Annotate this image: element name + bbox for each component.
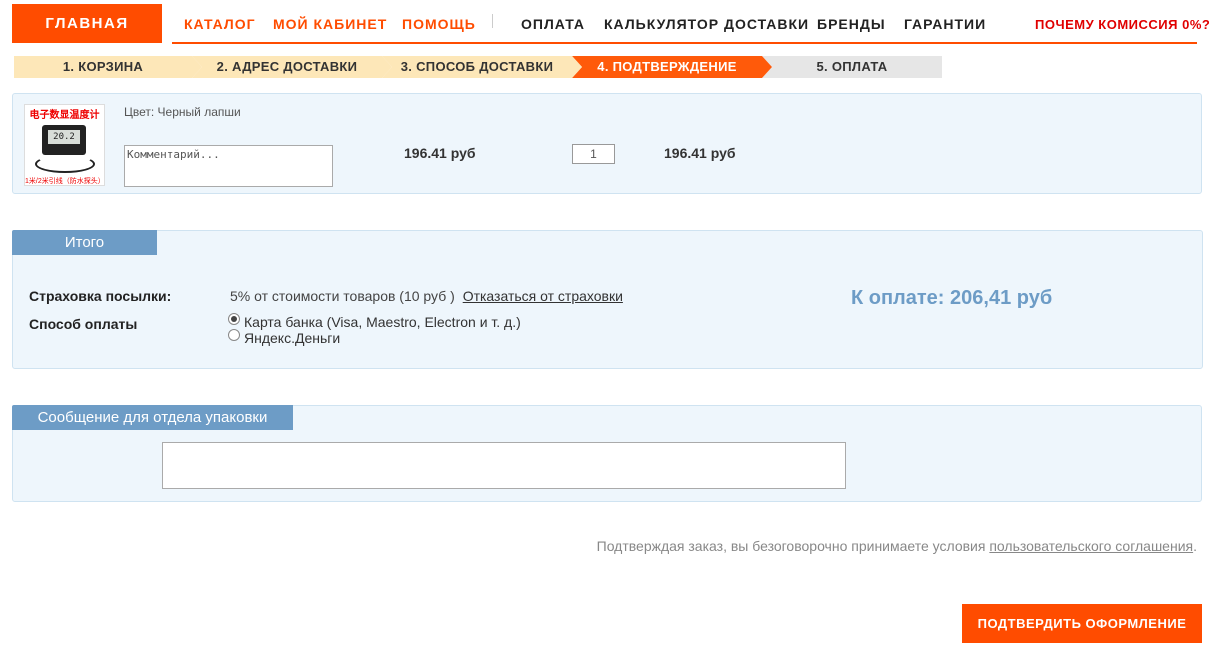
item-color: Цвет: Черный лапши — [124, 105, 241, 119]
thermometer-screen: 20.2 — [48, 130, 80, 144]
nav-brands-link[interactable]: БРЕНДЫ — [817, 16, 886, 32]
summary-panel: Итого Страховка посылки: 5% от стоимости… — [12, 230, 1203, 369]
insurance-cancel-link[interactable]: Отказаться от страховки — [463, 288, 623, 304]
step-arrow — [762, 56, 772, 78]
nav-underline — [172, 42, 1197, 44]
nav-commission-link[interactable]: ПОЧЕМУ КОМИССИЯ 0%? — [1035, 17, 1209, 32]
item-price: 196.41 руб — [404, 145, 476, 161]
confirm-order-button[interactable]: ПОДТВЕРДИТЬ ОФОРМЛЕНИЕ — [962, 604, 1202, 643]
payment-yandex-label[interactable]: Яндекс.Деньги — [244, 330, 340, 346]
nav-payment-link[interactable]: ОПЛАТА — [521, 16, 585, 32]
cart-item-panel: 电子数显温度计 20.2 1米/2米引线（防水探头） Цвет: Черный … — [12, 93, 1202, 194]
insurance-value: 5% от стоимости товаров (10 руб ) Отказа… — [230, 288, 623, 304]
nav-help-link[interactable]: ПОМОЩЬ — [402, 16, 476, 32]
product-image[interactable]: 电子数显温度计 20.2 1米/2米引线（防水探头） — [24, 104, 105, 186]
packing-message-input[interactable] — [162, 442, 846, 489]
probe-cable — [35, 155, 95, 173]
step-confirmation: 4. ПОДТВЕРЖДЕНИЕ — [572, 56, 772, 78]
step-label: 1. КОРЗИНА — [62, 59, 144, 74]
step-label: 4. ПОДТВЕРЖДЕНИЕ — [597, 59, 737, 74]
step-cart[interactable]: 1. КОРЗИНА — [14, 56, 202, 78]
insurance-text: 5% от стоимости товаров (10 руб ) — [230, 288, 455, 304]
product-image-caption: 电子数显温度计 — [29, 110, 100, 121]
step-arrow — [192, 56, 202, 78]
payment-yandex-radio[interactable] — [228, 329, 240, 341]
summary-tab: Итого — [12, 230, 157, 255]
packing-message-panel: Сообщение для отдела упаковки — [12, 405, 1202, 502]
packing-tab: Сообщение для отдела упаковки — [12, 405, 293, 430]
nav-catalog-link[interactable]: КАТАЛОГ — [184, 16, 256, 32]
thermometer-device: 20.2 — [42, 125, 86, 155]
item-quantity-input[interactable] — [572, 144, 615, 164]
item-subtotal: 196.41 руб — [664, 145, 736, 161]
nav-home-button[interactable]: ГЛАВНАЯ — [12, 4, 162, 43]
user-agreement-link[interactable]: пользовательского соглашения — [989, 538, 1193, 554]
payment-card-radio[interactable] — [228, 313, 240, 325]
payment-card-label[interactable]: Карта банка (Visa, Maestro, Electron и т… — [244, 314, 521, 330]
top-nav: ГЛАВНАЯ КАТАЛОГ МОЙ КАБИНЕТ ПОМОЩЬ ОПЛАТ… — [0, 0, 1209, 46]
nav-calculator-link[interactable]: КАЛЬКУЛЯТОР ДОСТАВКИ — [604, 16, 809, 32]
checkout-steps: 1. КОРЗИНА 2. АДРЕС ДОСТАВКИ 3. СПОСОБ Д… — [14, 56, 942, 78]
agreement-prefix: Подтверждая заказ, вы безоговорочно прин… — [596, 538, 990, 554]
insurance-label: Страховка посылки: — [29, 288, 172, 304]
step-address[interactable]: 2. АДРЕС ДОСТАВКИ — [192, 56, 392, 78]
nav-guarantees-link[interactable]: ГАРАНТИИ — [904, 16, 986, 32]
step-label: 2. АДРЕС ДОСТАВКИ — [216, 59, 358, 74]
step-delivery-method[interactable]: 3. СПОСОБ ДОСТАВКИ — [382, 56, 582, 78]
total-amount: К оплате: 206,41 руб — [851, 287, 1053, 309]
step-label: 3. СПОСОБ ДОСТАВКИ — [400, 59, 554, 74]
agreement-suffix: . — [1193, 538, 1197, 554]
product-image-subcaption: 1米/2米引线（防水探头） — [25, 178, 105, 185]
item-comment-input[interactable] — [124, 145, 333, 187]
step-payment: 5. ОПЛАТА — [762, 56, 942, 78]
nav-cabinet-link[interactable]: МОЙ КАБИНЕТ — [273, 16, 387, 32]
nav-divider — [492, 14, 493, 28]
payment-method-label: Способ оплаты — [29, 316, 138, 332]
agreement-text: Подтверждая заказ, вы безоговорочно прин… — [597, 538, 1197, 554]
step-label: 5. ОПЛАТА — [816, 59, 888, 74]
step-arrow — [572, 56, 582, 78]
step-arrow — [382, 56, 392, 78]
